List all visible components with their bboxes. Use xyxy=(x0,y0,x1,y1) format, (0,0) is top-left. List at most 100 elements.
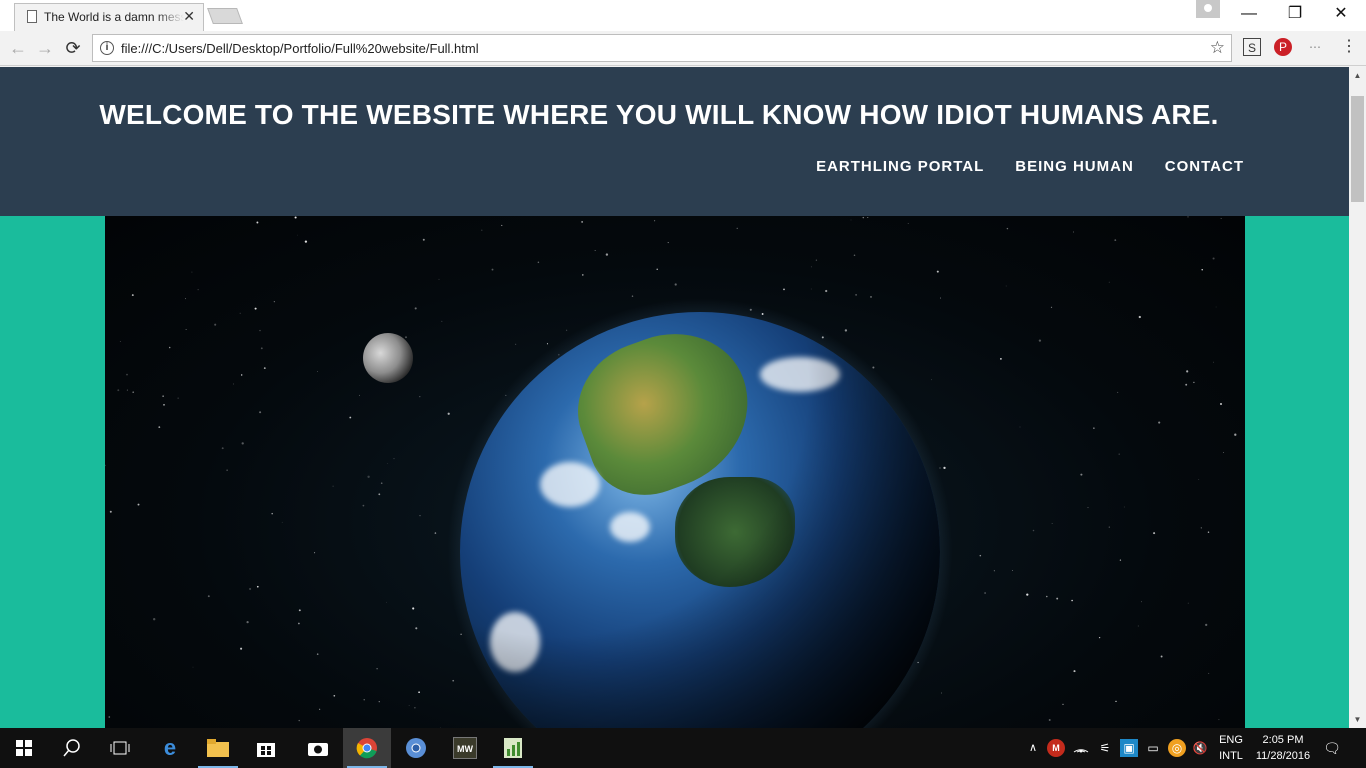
star xyxy=(537,261,540,264)
star xyxy=(1213,361,1214,363)
star xyxy=(1205,623,1208,627)
camera-icon[interactable] xyxy=(294,728,342,768)
pinterest-icon[interactable]: P xyxy=(1274,38,1292,56)
reload-button[interactable]: ⟳ xyxy=(62,37,84,59)
star xyxy=(386,601,387,603)
language-indicator[interactable]: ENG INTL xyxy=(1216,732,1246,764)
store-icon[interactable] xyxy=(242,728,290,768)
url-text[interactable]: file:///C:/Users/Dell/Desktop/Portfolio/… xyxy=(121,41,479,56)
star xyxy=(1186,370,1189,373)
star xyxy=(359,394,360,396)
star xyxy=(241,374,243,376)
star xyxy=(853,254,856,256)
browser-titlebar: The World is a damn mess ✕ — ❐ ✕ xyxy=(0,0,1366,31)
tab-close-icon[interactable]: ✕ xyxy=(183,8,195,25)
antivirus-icon[interactable]: M xyxy=(1047,739,1065,757)
speaker-muted-icon[interactable]: 🔇 xyxy=(1191,739,1209,757)
star xyxy=(1220,218,1222,219)
task-view-icon[interactable] xyxy=(96,728,144,768)
info-icon[interactable]: i xyxy=(100,41,114,55)
star xyxy=(1032,529,1035,532)
star xyxy=(317,371,318,373)
star xyxy=(408,705,410,707)
windows-taskbar: e MW ∧ M ⚟ ▣ ▭ ◎ 🔇 ENG INTL 2:05 PM 11/2… xyxy=(0,728,1366,768)
address-bar[interactable]: i file:///C:/Users/Dell/Desktop/Portfoli… xyxy=(92,34,1232,62)
edge-icon[interactable]: e xyxy=(146,728,194,768)
star xyxy=(867,217,869,218)
star xyxy=(656,268,658,271)
profile-button[interactable] xyxy=(1196,0,1220,18)
star xyxy=(256,585,259,588)
search-icon[interactable] xyxy=(48,728,96,768)
star xyxy=(825,289,828,293)
star xyxy=(108,716,111,718)
star xyxy=(850,219,852,221)
app-icon[interactable] xyxy=(489,728,537,768)
star xyxy=(434,532,437,534)
star xyxy=(931,379,932,381)
file-explorer-icon[interactable] xyxy=(194,728,242,768)
nav-contact[interactable]: CONTACT xyxy=(1165,158,1244,175)
star xyxy=(674,283,677,286)
star xyxy=(491,268,494,271)
star xyxy=(1046,595,1048,598)
star xyxy=(815,259,818,261)
page-scrollbar[interactable]: ▲ ▼ xyxy=(1349,67,1366,728)
scroll-down-arrow-icon[interactable]: ▼ xyxy=(1349,711,1366,728)
star xyxy=(298,609,301,612)
star xyxy=(241,442,244,445)
star xyxy=(137,503,140,506)
star xyxy=(1093,427,1095,429)
star xyxy=(546,343,549,345)
star xyxy=(1087,507,1089,509)
star xyxy=(943,466,946,470)
star xyxy=(418,691,420,694)
scroll-up-arrow-icon[interactable]: ▲ xyxy=(1349,67,1366,84)
minimize-button[interactable]: — xyxy=(1226,4,1272,26)
star xyxy=(1201,268,1203,271)
clock-time: 2:05 PM xyxy=(1262,734,1304,746)
more-extension-icon[interactable]: ⋯ xyxy=(1306,38,1324,56)
browser-tab[interactable]: The World is a damn mess ✕ xyxy=(14,3,204,31)
restore-button[interactable]: ❐ xyxy=(1272,4,1318,26)
display-icon[interactable]: ▣ xyxy=(1120,739,1138,757)
star xyxy=(393,458,395,460)
star xyxy=(501,224,503,226)
star xyxy=(207,595,210,598)
windows-start-icon[interactable] xyxy=(0,728,48,768)
menu-icon[interactable]: ⋮ xyxy=(1340,38,1358,56)
star xyxy=(1056,597,1059,600)
star xyxy=(367,475,370,478)
star xyxy=(362,504,365,507)
scroll-thumb[interactable] xyxy=(1351,96,1364,202)
bookmark-star-icon[interactable]: ☆ xyxy=(1210,38,1225,58)
nav-being-human[interactable]: BEING HUMAN xyxy=(1015,158,1134,175)
chevron-up-icon[interactable]: ∧ xyxy=(1024,739,1042,757)
s-extension-icon[interactable]: S xyxy=(1243,38,1261,56)
forward-button[interactable]: → xyxy=(34,37,56,59)
star xyxy=(304,240,308,243)
sync-icon[interactable]: ◎ xyxy=(1168,739,1186,757)
close-button[interactable]: ✕ xyxy=(1318,4,1364,26)
game-icon[interactable]: MW xyxy=(441,728,489,768)
star xyxy=(1080,473,1083,476)
star xyxy=(783,288,785,291)
network-icon[interactable] xyxy=(1072,739,1090,757)
notification-icon[interactable]: 🗨 xyxy=(1323,739,1341,757)
chrome-icon[interactable] xyxy=(343,728,391,768)
document-icon xyxy=(27,10,37,23)
satellite-icon[interactable]: ⚟ xyxy=(1096,739,1114,757)
star xyxy=(855,293,858,296)
star xyxy=(1073,231,1074,233)
star xyxy=(1019,426,1021,428)
chrome-canary-icon[interactable] xyxy=(392,728,440,768)
star xyxy=(239,312,241,314)
battery-icon[interactable]: ▭ xyxy=(1144,739,1162,757)
clock[interactable]: 2:05 PM 11/28/2016 xyxy=(1250,732,1316,764)
star xyxy=(263,367,266,369)
new-tab-button[interactable] xyxy=(207,8,243,24)
back-button[interactable]: ← xyxy=(7,37,29,59)
star xyxy=(185,298,186,300)
nav-earthling-portal[interactable]: EARTHLING PORTAL xyxy=(816,158,984,175)
star xyxy=(939,297,941,299)
